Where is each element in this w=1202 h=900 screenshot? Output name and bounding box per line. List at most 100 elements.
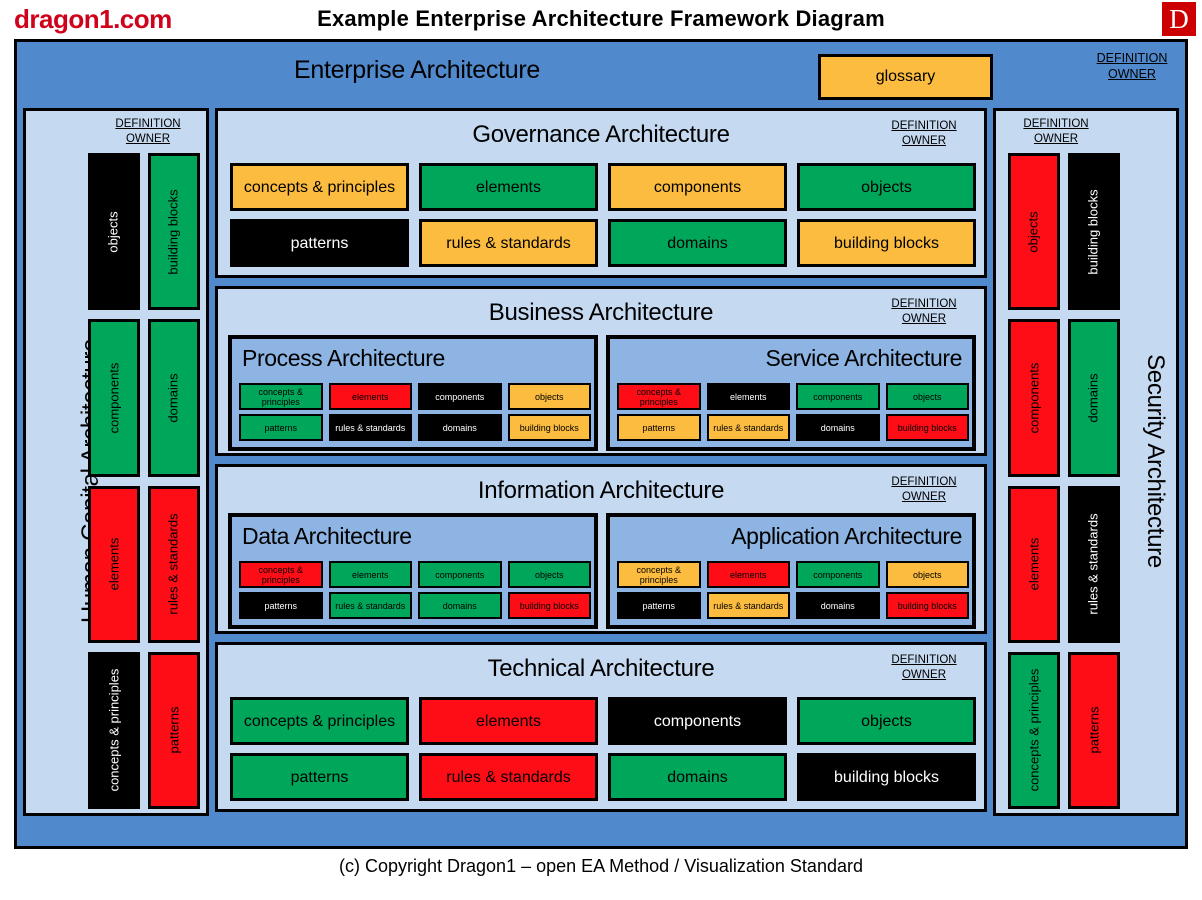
governance-architecture-title: Governance Architecture [472, 121, 730, 148]
block-rules-standards[interactable]: rules & standards [706, 414, 790, 441]
block-rules-standards[interactable]: rules & standards [328, 592, 412, 619]
block-label: elements [106, 537, 121, 591]
block-label: patterns [1086, 706, 1102, 754]
block-components[interactable]: components [1008, 319, 1060, 477]
block-objects[interactable]: objects [507, 383, 591, 410]
block-concepts-principles[interactable]: concepts & principles [617, 561, 701, 588]
block-components[interactable]: components [608, 163, 787, 211]
block-objects[interactable]: objects [88, 153, 140, 311]
block-elements[interactable]: elements [706, 383, 790, 410]
block-domains[interactable]: domains [418, 592, 502, 619]
technical-block-grid: concepts & principles elements components o… [230, 697, 976, 801]
block-concepts-principles[interactable]: concepts & principles [230, 697, 409, 745]
business-architecture-panel: Business Architecture DEFINITION OWNER P… [215, 286, 987, 456]
block-patterns[interactable]: patterns [1068, 651, 1120, 809]
block-components[interactable]: components [608, 697, 787, 745]
application-architecture-title: Application Architecture [731, 523, 962, 549]
owner-label: OWNER [901, 669, 947, 681]
block-rules-standards[interactable]: rules & standards [419, 219, 598, 267]
block-components[interactable]: components [418, 561, 502, 588]
block-patterns[interactable]: patterns [239, 414, 323, 441]
block-objects[interactable]: objects [797, 697, 976, 745]
block-label: objects [1025, 211, 1041, 253]
block-label: elements [1026, 537, 1041, 591]
block-components[interactable]: components [796, 383, 880, 410]
block-objects[interactable]: objects [797, 163, 976, 211]
block-building-blocks[interactable]: building blocks [507, 592, 591, 619]
block-concepts-principles[interactable]: concepts & principles [617, 383, 701, 410]
block-building-blocks[interactable]: building blocks [797, 219, 976, 267]
service-block-grid: concepts & principles elements components o… [617, 383, 969, 441]
block-patterns[interactable]: patterns [148, 651, 200, 809]
block-building-blocks[interactable]: building blocks [1068, 153, 1120, 311]
data-architecture-panel: Data Architecture concepts & principles e… [228, 513, 598, 629]
block-domains[interactable]: domains [796, 414, 880, 441]
page-title: Example Enterprise Architecture Framewor… [317, 6, 885, 31]
governance-block-grid: concepts & principles elements components o… [230, 163, 976, 267]
glossary-block[interactable]: glossary [818, 54, 993, 100]
application-architecture-panel: Application Architecture concepts & prin… [606, 513, 976, 629]
block-label: domains [1086, 373, 1102, 423]
enterprise-architecture-title: Enterprise Architecture [294, 56, 540, 84]
definition-label: DEFINITION [115, 118, 181, 130]
service-architecture-title: Service Architecture [765, 345, 962, 371]
block-patterns[interactable]: patterns [239, 592, 323, 619]
block-elements[interactable]: elements [328, 561, 412, 588]
block-domains[interactable]: domains [608, 219, 787, 267]
block-objects[interactable]: objects [507, 561, 591, 588]
block-domains[interactable]: domains [796, 592, 880, 619]
block-elements[interactable]: elements [419, 163, 598, 211]
process-architecture-title: Process Architecture [242, 345, 445, 371]
block-elements[interactable]: elements [328, 383, 412, 410]
block-building-blocks[interactable]: building blocks [148, 153, 200, 311]
block-elements[interactable]: elements [419, 697, 598, 745]
block-domains[interactable]: domains [1068, 319, 1120, 477]
block-label: rules & standards [166, 513, 182, 615]
block-rules-standards[interactable]: rules & standards [148, 485, 200, 643]
block-label: patterns [166, 706, 182, 754]
block-building-blocks[interactable]: building blocks [797, 753, 976, 801]
security-architecture-panel: DEFINITION OWNER Security Architecture o… [993, 108, 1179, 816]
security-block-grid: objects building blocks components domains e… [1008, 153, 1120, 809]
block-patterns[interactable]: patterns [230, 219, 409, 267]
owner-label: OWNER [1033, 133, 1079, 145]
block-concepts-principles[interactable]: concepts & principles [239, 383, 323, 410]
block-rules-standards[interactable]: rules & standards [328, 414, 412, 441]
block-rules-standards[interactable]: rules & standards [706, 592, 790, 619]
block-elements[interactable]: elements [88, 485, 140, 643]
block-building-blocks[interactable]: building blocks [885, 414, 969, 441]
human-capital-block-grid: objects building blocks components domains e… [88, 153, 200, 809]
block-elements[interactable]: elements [1008, 485, 1060, 643]
definition-owner-security: DEFINITION OWNER [1004, 117, 1108, 147]
block-concepts-principles[interactable]: concepts & principles [1008, 651, 1060, 809]
block-concepts-principles[interactable]: concepts & principles [230, 163, 409, 211]
block-patterns[interactable]: patterns [617, 414, 701, 441]
block-patterns[interactable]: patterns [617, 592, 701, 619]
data-architecture-title: Data Architecture [242, 523, 412, 549]
block-rules-standards[interactable]: rules & standards [1068, 485, 1120, 643]
definition-label: DEFINITION [891, 120, 957, 132]
block-components[interactable]: components [418, 383, 502, 410]
business-architecture-title: Business Architecture [488, 299, 714, 326]
technical-architecture-title: Technical Architecture [487, 655, 715, 682]
block-domains[interactable]: domains [608, 753, 787, 801]
owner-label: OWNER [901, 135, 947, 147]
block-rules-standards[interactable]: rules & standards [419, 753, 598, 801]
block-objects[interactable]: objects [885, 383, 969, 410]
governance-architecture-panel: Governance Architecture DEFINITION OWNER… [215, 108, 987, 278]
human-capital-architecture-panel: DEFINITION OWNER Human Capital Architect… [23, 108, 209, 816]
block-elements[interactable]: elements [706, 561, 790, 588]
block-patterns[interactable]: patterns [230, 753, 409, 801]
definition-owner-human-capital: DEFINITION OWNER [96, 117, 200, 147]
block-domains[interactable]: domains [148, 319, 200, 477]
block-objects[interactable]: objects [1008, 153, 1060, 311]
block-concepts-principles[interactable]: concepts & principles [239, 561, 323, 588]
block-domains[interactable]: domains [418, 414, 502, 441]
block-objects[interactable]: objects [885, 561, 969, 588]
block-components[interactable]: components [796, 561, 880, 588]
block-building-blocks[interactable]: building blocks [507, 414, 591, 441]
block-building-blocks[interactable]: building blocks [885, 592, 969, 619]
block-components[interactable]: components [88, 319, 140, 477]
block-concepts-principles[interactable]: concepts & principles [88, 651, 140, 809]
process-architecture-panel: Process Architecture concepts & principl… [228, 335, 598, 451]
